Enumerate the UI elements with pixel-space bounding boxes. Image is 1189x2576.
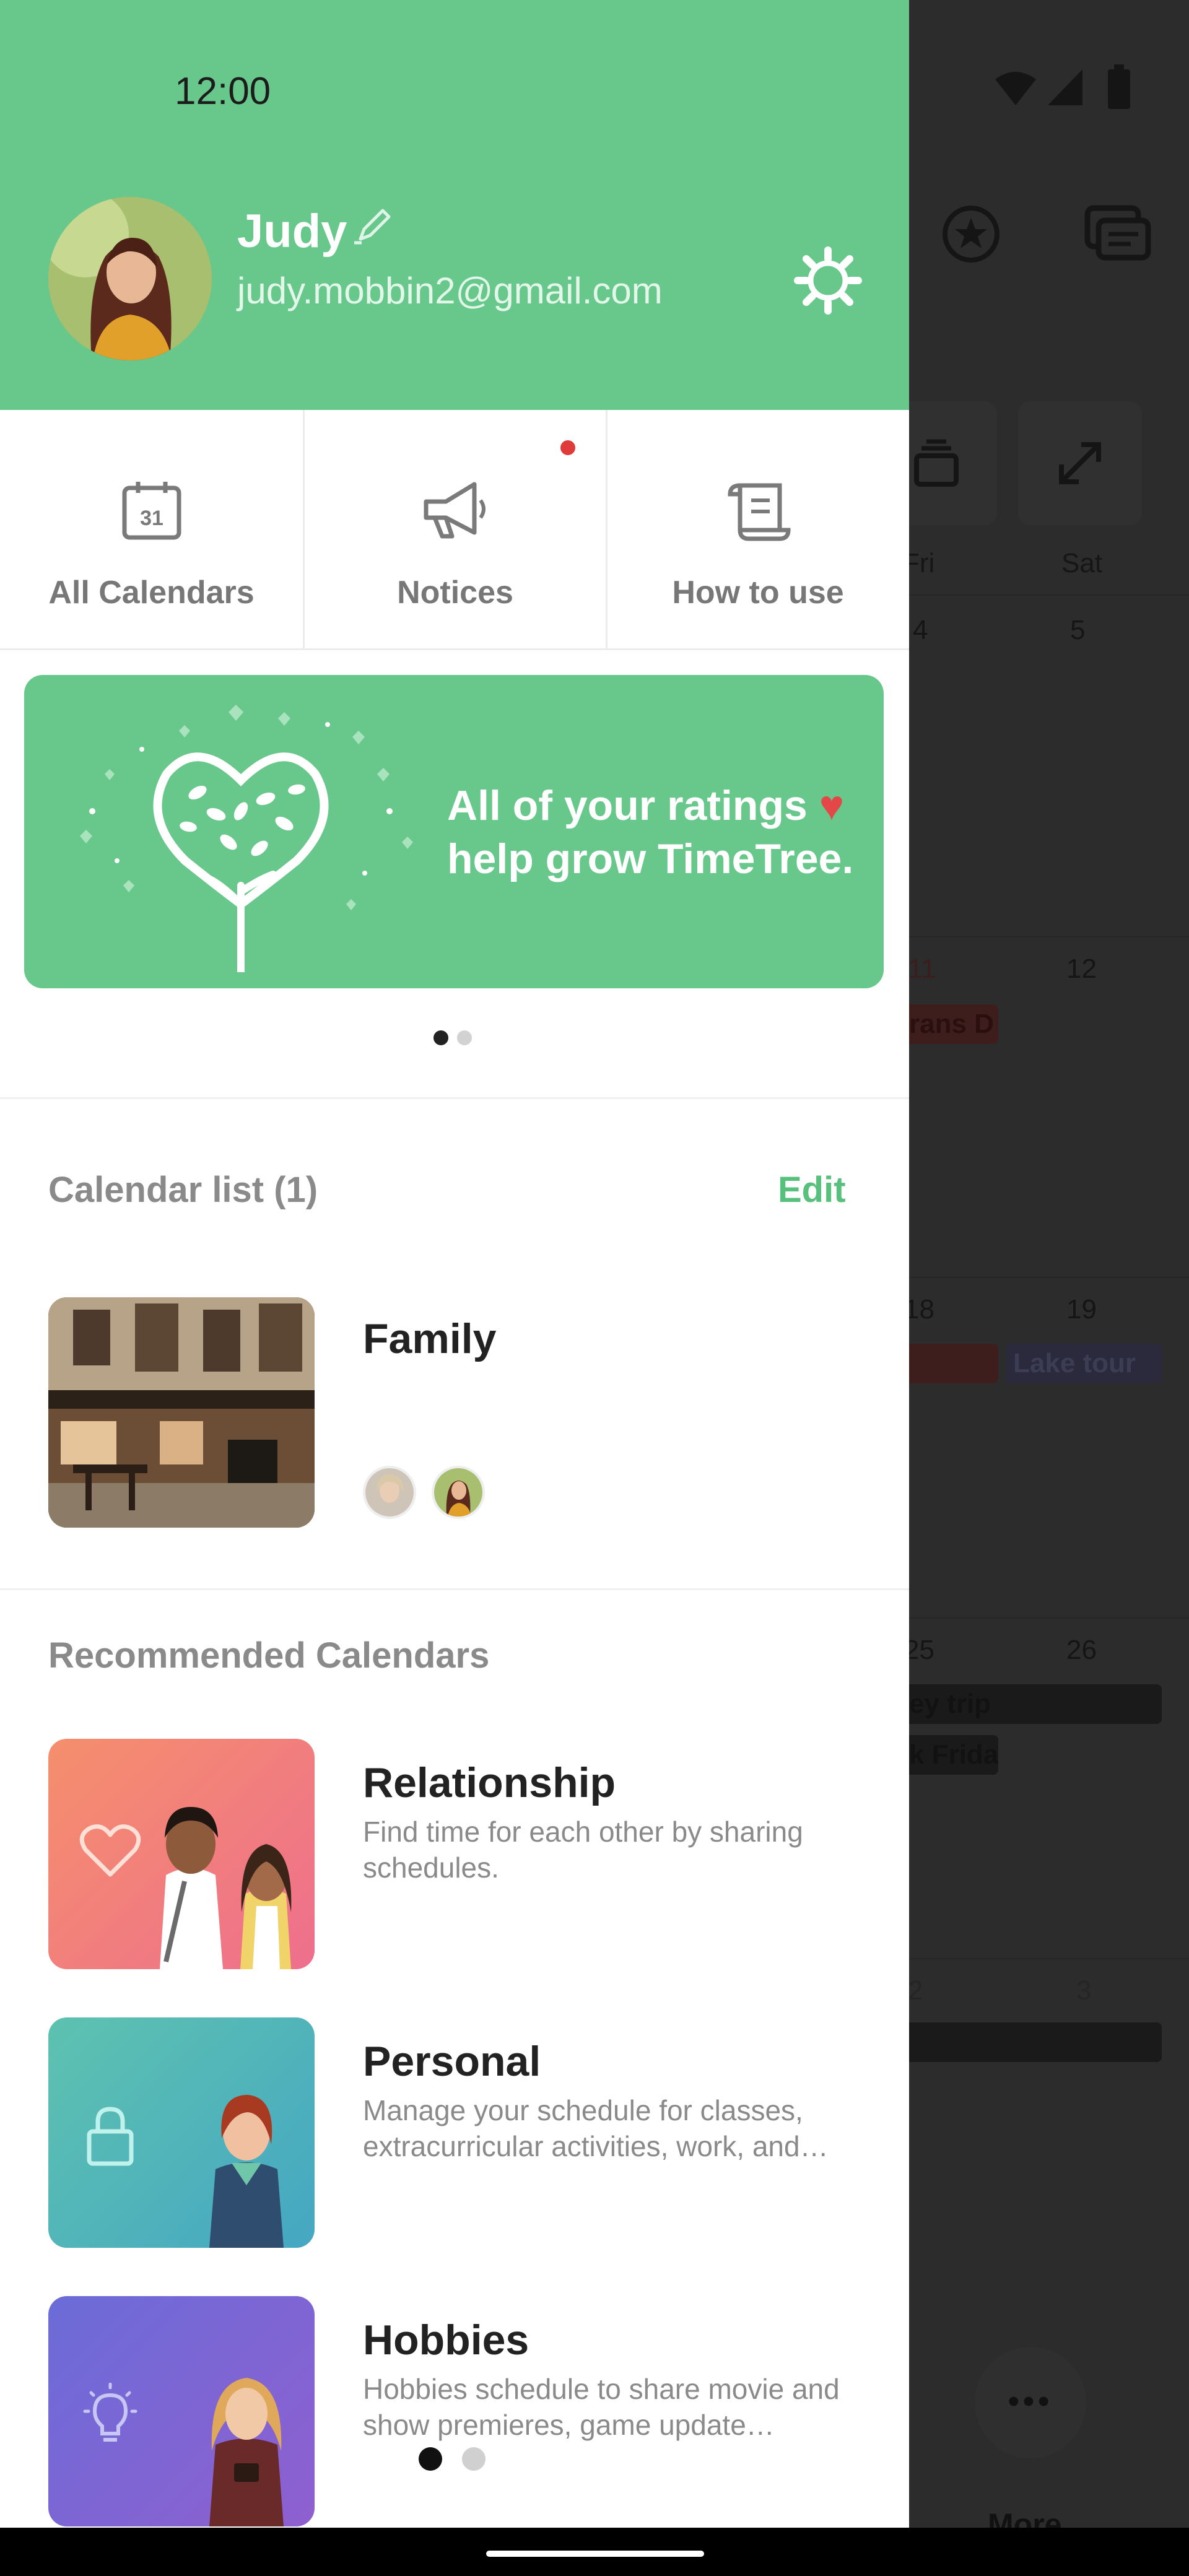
expand-button[interactable]	[1018, 401, 1142, 525]
event-chip[interactable]: ey trip	[902, 1684, 1162, 1724]
weekday-sat: Sat	[1061, 548, 1103, 578]
recommended-thumbnail[interactable]	[48, 2017, 315, 2248]
recommended-thumbnail[interactable]	[48, 2296, 315, 2526]
event-chip[interactable]	[902, 1344, 998, 1383]
person-reading-illustration	[209, 2378, 284, 2526]
day-number[interactable]: 12	[1066, 954, 1097, 985]
day-number[interactable]: 4	[913, 615, 928, 646]
day-number[interactable]: 5	[1070, 615, 1085, 646]
calendar-list-title: Calendar list (1)	[48, 1170, 318, 1210]
event-chip[interactable]: k Frida	[902, 1735, 998, 1775]
divider	[0, 1097, 909, 1099]
quick-all-calendars[interactable]: 31 All Calendars	[0, 410, 303, 648]
day-number[interactable]: 19	[1066, 1294, 1097, 1325]
heart-tree-illustration	[80, 705, 413, 972]
banner-line-1: All of your ratings	[447, 782, 808, 829]
pencil-icon[interactable]	[352, 204, 395, 248]
quick-label: All Calendars	[48, 575, 255, 611]
user-email: judy.mobbin2@gmail.com	[237, 270, 663, 311]
lightbulb-icon	[83, 2383, 137, 2442]
navigation-drawer: 12:00 Judy judy.mobbin2@gmail.com 31 All…	[0, 0, 909, 2528]
day-number[interactable]: 2	[908, 1975, 923, 2006]
battery-icon	[1108, 64, 1130, 109]
calendar-icon: 31	[122, 482, 181, 540]
recommended-thumbnail[interactable]	[48, 1739, 315, 1969]
event-chip[interactable]: rans D	[902, 1004, 998, 1044]
calendar-name[interactable]: Family	[363, 1315, 496, 1363]
banner-page-indicator	[433, 1030, 481, 1048]
home-gesture-handle[interactable]	[486, 2551, 704, 2557]
recommended-title: Recommended Calendars	[48, 1635, 490, 1676]
more-button[interactable]: •••	[975, 2347, 1086, 2458]
expand-icon	[1059, 442, 1101, 484]
signal-icon	[1048, 69, 1082, 105]
event-chip[interactable]	[902, 2022, 1162, 2062]
profile-header: 12:00 Judy judy.mobbin2@gmail.com	[0, 0, 909, 410]
week-divider	[909, 594, 1189, 596]
quick-actions: 31 All Calendars Notices How to use	[0, 410, 909, 650]
banner-text: All of your ratings ♥ help grow TimeTree…	[447, 779, 874, 886]
edit-button[interactable]: Edit	[778, 1169, 846, 1211]
quick-label: Notices	[397, 575, 513, 611]
calendar-icon-number: 31	[140, 507, 163, 530]
banner-line-2: help grow TimeTree.	[447, 835, 854, 882]
week-divider	[909, 1958, 1189, 1959]
more-dots-icon: •••	[1008, 2383, 1053, 2419]
profile-photo	[48, 197, 212, 360]
recommended-name[interactable]: Hobbies	[363, 2316, 529, 2364]
heart-icon	[79, 1824, 141, 1877]
recommended-description: Find time for each other by sharing sche…	[363, 1816, 803, 1884]
stack-icon	[914, 439, 959, 487]
divider	[0, 1588, 909, 1590]
recommended-description: Manage your schedule for classes, extrac…	[363, 2094, 829, 2162]
page-dot-active	[433, 1030, 448, 1045]
woman-illustration	[209, 2095, 284, 2248]
gear-icon[interactable]	[794, 246, 862, 315]
rating-banner[interactable]: All of your ratings ♥ help grow TimeTree…	[24, 675, 884, 988]
day-number[interactable]: 3	[1076, 1975, 1091, 2006]
recommended-description: Hobbies schedule to share movie and show…	[363, 2373, 840, 2441]
week-divider	[909, 1617, 1189, 1619]
lock-icon	[87, 2107, 134, 2166]
couple-illustration	[160, 1807, 292, 1969]
megaphone-icon	[424, 482, 486, 539]
cafe-street-photo	[48, 1297, 315, 1528]
day-number[interactable]: 26	[1066, 1635, 1097, 1666]
member-avatar	[432, 1466, 485, 1519]
page-dot-active	[419, 2447, 442, 2471]
recommended-name[interactable]: Personal	[363, 2037, 541, 2086]
star-icon[interactable]	[940, 203, 1002, 265]
unread-notice-badge	[560, 440, 575, 455]
day-number[interactable]: 11	[908, 954, 936, 985]
avatar[interactable]	[48, 197, 212, 360]
page-dot	[462, 2447, 486, 2471]
scroll-icon	[728, 483, 791, 541]
event-chip[interactable]: Lake tour	[1006, 1344, 1162, 1383]
user-name[interactable]: Judy	[237, 204, 347, 258]
heart-icon: ♥	[819, 782, 845, 829]
page-dot	[457, 1030, 472, 1045]
wifi-icon	[995, 72, 1036, 105]
calendar-thumbnail[interactable]	[48, 1297, 315, 1528]
quick-how-to-use[interactable]: How to use	[606, 410, 908, 648]
recommended-name[interactable]: Relationship	[363, 1759, 616, 1807]
member-avatar	[363, 1466, 416, 1519]
week-divider	[909, 936, 1189, 938]
quick-label: How to use	[672, 575, 844, 611]
recommended-page-indicator	[419, 2447, 505, 2474]
week-divider	[909, 1277, 1189, 1278]
status-time: 12:00	[175, 70, 271, 113]
chat-icon[interactable]	[1084, 204, 1152, 264]
